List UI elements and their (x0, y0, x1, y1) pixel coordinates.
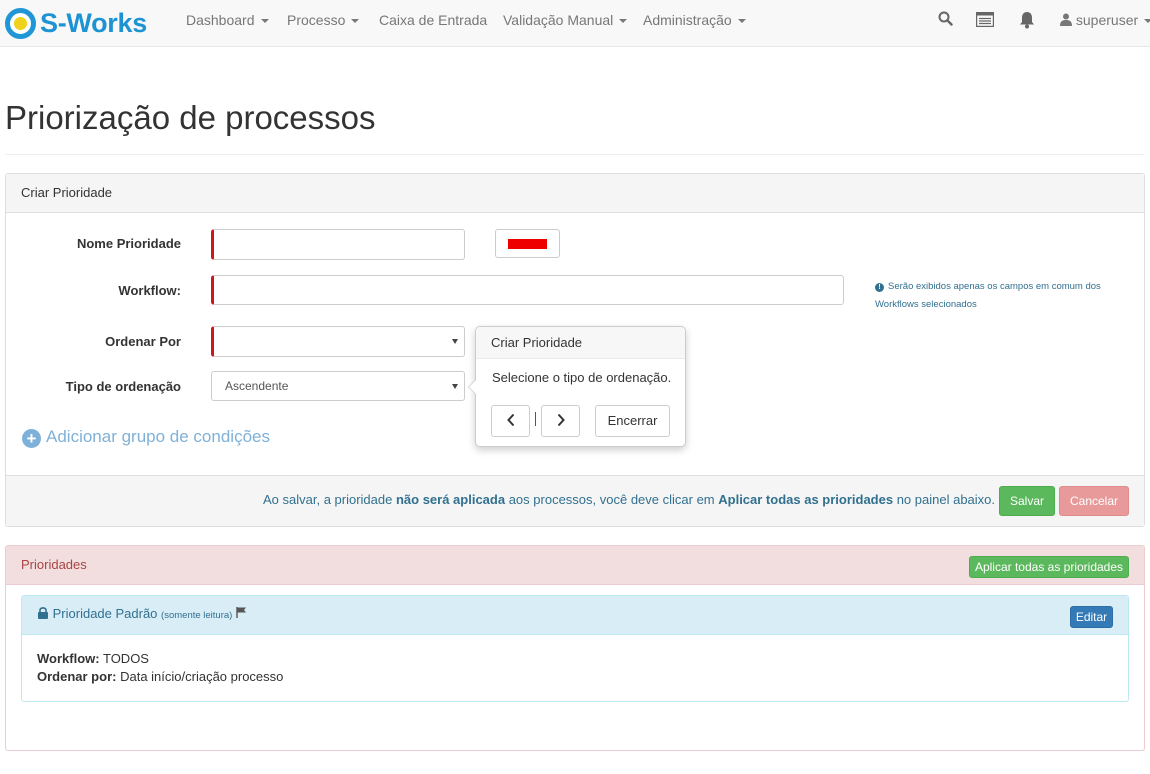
caret-down-icon (351, 19, 360, 24)
default-priority-workflow: Workflow: TODOS (37, 651, 149, 666)
nav-validacao-label: Validação Manual (503, 12, 614, 28)
name-priority-input[interactable] (211, 229, 465, 260)
color-swatch (508, 239, 547, 249)
order-type-select[interactable]: Ascendente (211, 371, 465, 401)
flag-icon (236, 606, 247, 621)
edit-default-priority-button[interactable]: Editar (1070, 606, 1113, 628)
default-priority-order: Ordenar por: Data início/criação process… (37, 669, 283, 684)
page-title: Priorização de processos (5, 99, 376, 136)
select-arrow-icon (452, 339, 458, 344)
tour-next-button[interactable] (541, 405, 580, 437)
save-notice-bold-1: não será aplicada (395, 492, 506, 507)
workflow-value: TODOS (102, 651, 149, 666)
inbox-list-icon[interactable] (975, 11, 995, 30)
caret-down-icon (619, 19, 628, 24)
caret-down-icon (260, 19, 269, 24)
title-divider (5, 154, 1144, 155)
nav-administracao[interactable]: Administração (643, 12, 746, 28)
lock-icon (37, 606, 49, 621)
search-icon[interactable] (938, 11, 953, 29)
order-by-label: Ordenar Por (105, 334, 181, 349)
save-notice-part-3: no painel abaixo. (893, 492, 996, 507)
nav-dashboard-label: Dashboard (186, 12, 255, 28)
workflow-info-note: ! Serão exibidos apenas os campos em comu… (875, 278, 1135, 314)
nav-validacao-manual[interactable]: Validação Manual (503, 12, 628, 28)
caret-down-icon (1144, 19, 1150, 24)
plus-circle-icon: + (22, 429, 41, 448)
info-note-text: Serão exibidos apenas os campos em comum… (875, 281, 1101, 310)
apply-all-priorities-button[interactable]: Aplicar todas as prioridades (969, 556, 1129, 578)
tour-end-button[interactable]: Encerrar (595, 405, 670, 437)
info-icon: ! (875, 283, 884, 292)
workflow-label: Workflow: (118, 283, 181, 298)
user-menu[interactable]: superuser (1060, 12, 1150, 28)
popover-arrow (468, 379, 476, 395)
logo-ring-icon (5, 7, 36, 39)
caret-down-icon (737, 19, 746, 24)
nav-administracao-label: Administração (643, 12, 732, 28)
save-notice-part-2: aos processos, você deve clicar em (505, 492, 719, 507)
nav-caixa-de-entrada[interactable]: Caixa de Entrada (379, 12, 487, 28)
cancel-button[interactable]: Cancelar (1059, 486, 1129, 516)
chevron-right-icon (557, 413, 565, 427)
nav-dashboard[interactable]: Dashboard (186, 12, 269, 28)
user-icon (1060, 12, 1072, 28)
order-type-label: Tipo de ordenação (65, 379, 181, 394)
add-condition-group-link[interactable]: + Adicionar grupo de condições (22, 427, 270, 448)
add-group-label: Adicionar grupo de condições (46, 427, 270, 446)
logo-text: S-Works (40, 7, 147, 38)
bell-icon[interactable] (1019, 11, 1035, 32)
create-priority-heading: Criar Prioridade (6, 174, 1144, 213)
default-priority-panel: Prioridade Padrão (somente leitura) (21, 595, 1129, 702)
user-name: superuser (1075, 12, 1139, 28)
save-notice-part-1: Ao salvar, a prioridade (263, 492, 396, 507)
order-type-value: Ascendente (225, 379, 289, 393)
save-notice: Ao salvar, a prioridade não será aplicad… (263, 492, 995, 507)
default-priority-heading: Prioridade Padrão (somente leitura) (22, 596, 1128, 635)
readonly-note: (somente leitura) (161, 610, 233, 621)
name-priority-label: Nome Prioridade (76, 236, 181, 251)
workflow-input[interactable] (211, 275, 844, 305)
popover-content: Selecione o tipo de ordenação. (492, 370, 672, 385)
tour-popover: Criar Prioridade Selecione o tipo de ord… (468, 326, 686, 447)
app-logo[interactable]: S-Works (5, 7, 147, 39)
tour-prev-button[interactable] (491, 405, 530, 437)
save-notice-bold-2: Aplicar todas as prioridades (718, 492, 894, 507)
workflow-key: Workflow: (37, 651, 100, 666)
order-by-select[interactable] (211, 326, 465, 357)
color-picker-button[interactable] (495, 229, 560, 258)
tour-button-separator (535, 412, 536, 426)
default-priority-title: Prioridade Padrão (52, 606, 158, 621)
top-navbar: S-Works Dashboard Processo Caixa de Entr… (0, 0, 1150, 47)
nav-processo[interactable]: Processo (287, 12, 360, 28)
popover-title: Criar Prioridade (476, 327, 685, 359)
nav-processo-label: Processo (287, 12, 346, 28)
select-arrow-icon (452, 384, 458, 389)
nav-caixa-label: Caixa de Entrada (379, 12, 488, 28)
save-button[interactable]: Salvar (999, 486, 1055, 516)
chevron-left-icon (506, 413, 514, 427)
order-value: Data início/criação processo (120, 669, 284, 684)
order-key: Ordenar por: (37, 669, 117, 684)
